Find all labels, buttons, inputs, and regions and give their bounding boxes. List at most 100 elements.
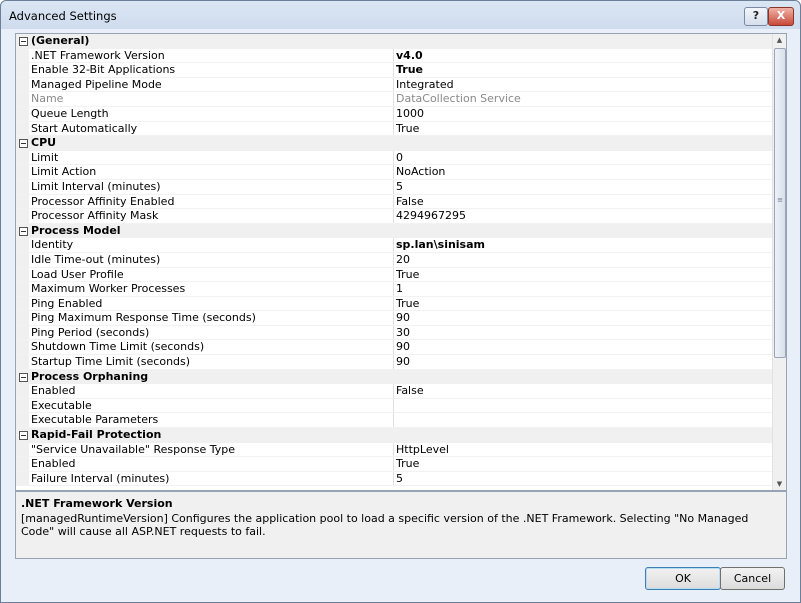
property-row[interactable]: Limit Action NoAction bbox=[16, 165, 772, 180]
property-row[interactable]: Enabled False bbox=[16, 384, 772, 399]
property-row[interactable]: Executable Parameters bbox=[16, 413, 772, 429]
category-label: Rapid-Fail Protection bbox=[31, 428, 162, 442]
category-label: (General) bbox=[31, 34, 90, 47]
property-row[interactable]: Processor Affinity Enabled False bbox=[16, 194, 772, 210]
property-row[interactable]: Start Automatically True bbox=[16, 121, 772, 137]
row-gutter bbox=[16, 121, 29, 136]
property-name: Startup Time Limit (seconds) bbox=[31, 355, 191, 369]
property-row[interactable]: Ping Period (seconds) 30 bbox=[16, 325, 772, 341]
property-rows: (General) .NET Framework Version v4.0 Enabl… bbox=[16, 34, 772, 487]
row-gutter bbox=[16, 165, 29, 179]
column-divider bbox=[393, 194, 394, 209]
property-value[interactable]: 30 bbox=[396, 326, 410, 341]
property-value[interactable]: 1 bbox=[396, 282, 403, 297]
row-gutter bbox=[16, 194, 29, 209]
category-row[interactable]: CPU bbox=[16, 136, 772, 151]
column-divider bbox=[393, 471, 394, 486]
property-name: Managed Pipeline Mode bbox=[31, 77, 162, 91]
property-row[interactable]: Executable bbox=[16, 398, 772, 414]
row-gutter bbox=[16, 384, 29, 398]
vertical-scrollbar[interactable]: ▲ ≡ ▼ bbox=[772, 34, 786, 490]
help-button[interactable]: ? bbox=[744, 7, 768, 26]
column-divider bbox=[393, 150, 394, 165]
row-gutter bbox=[16, 311, 29, 325]
row-gutter bbox=[16, 150, 29, 165]
ok-button[interactable]: OK bbox=[645, 567, 721, 590]
property-value[interactable]: True bbox=[396, 122, 419, 137]
property-row[interactable]: Name DataCollection Service bbox=[16, 92, 772, 107]
property-row[interactable]: Limit Interval (minutes) 5 bbox=[16, 179, 772, 195]
property-value[interactable]: 1000 bbox=[396, 107, 424, 122]
property-row[interactable]: Processor Affinity Mask 4294967295 bbox=[16, 209, 772, 224]
column-divider bbox=[393, 121, 394, 136]
property-row[interactable]: Enable 32-Bit Applications True bbox=[16, 63, 772, 78]
property-value[interactable]: Integrated bbox=[396, 78, 454, 93]
property-row[interactable]: Ping Maximum Response Time (seconds) 90 bbox=[16, 311, 772, 326]
property-value[interactable]: False bbox=[396, 195, 424, 210]
column-divider bbox=[393, 398, 394, 413]
property-row[interactable]: Queue Length 1000 bbox=[16, 106, 772, 122]
property-row[interactable]: Failure Interval (minutes) 5 bbox=[16, 471, 772, 487]
collapse-icon[interactable] bbox=[19, 139, 28, 149]
property-row[interactable]: .NET Framework Version v4.0 bbox=[16, 48, 772, 64]
column-divider bbox=[393, 63, 394, 77]
property-row[interactable]: Shutdown Time Limit (seconds) 90 bbox=[16, 340, 772, 356]
property-name: Failure Interval (minutes) bbox=[31, 471, 170, 485]
row-gutter bbox=[16, 179, 29, 194]
property-value[interactable]: NoAction bbox=[396, 165, 445, 180]
property-row[interactable]: Load User Profile True bbox=[16, 267, 772, 283]
column-divider bbox=[393, 267, 394, 282]
category-row[interactable]: Process Orphaning bbox=[16, 369, 772, 385]
property-value[interactable]: HttpLevel bbox=[396, 443, 449, 458]
property-row[interactable]: Identity sp.lan\sinisam bbox=[16, 238, 772, 253]
row-gutter bbox=[16, 457, 29, 471]
property-name: Limit bbox=[31, 150, 59, 164]
property-value[interactable]: 90 bbox=[396, 311, 410, 326]
property-value[interactable]: 0 bbox=[396, 151, 403, 166]
property-value[interactable]: v4.0 bbox=[396, 49, 423, 64]
category-row[interactable]: (General) bbox=[16, 34, 772, 49]
cancel-button[interactable]: Cancel bbox=[720, 567, 785, 590]
property-name: Identity bbox=[31, 238, 74, 252]
collapse-icon[interactable] bbox=[19, 431, 28, 441]
property-value[interactable]: sp.lan\sinisam bbox=[396, 238, 485, 253]
property-row[interactable]: Startup Time Limit (seconds) 90 bbox=[16, 355, 772, 370]
scroll-down-icon[interactable]: ▼ bbox=[773, 478, 786, 490]
scroll-thumb[interactable]: ≡ bbox=[774, 48, 786, 358]
property-row[interactable]: "Service Unavailable" Response Type HttpL… bbox=[16, 442, 772, 458]
property-name: Executable bbox=[31, 398, 92, 412]
property-value[interactable]: 5 bbox=[396, 472, 403, 487]
category-row[interactable]: Process Model bbox=[16, 223, 772, 239]
property-value[interactable]: True bbox=[396, 457, 419, 472]
property-value[interactable]: 90 bbox=[396, 340, 410, 355]
property-row[interactable]: Ping Enabled True bbox=[16, 296, 772, 312]
property-value[interactable]: DataCollection Service bbox=[396, 92, 521, 107]
property-value[interactable]: 90 bbox=[396, 355, 410, 370]
property-row[interactable]: Managed Pipeline Mode Integrated bbox=[16, 77, 772, 93]
property-row[interactable]: Maximum Worker Processes 1 bbox=[16, 282, 772, 297]
property-value[interactable]: True bbox=[396, 268, 419, 283]
property-value[interactable]: 4294967295 bbox=[396, 209, 466, 224]
collapse-icon[interactable] bbox=[19, 37, 28, 46]
property-row[interactable]: Idle Time-out (minutes) 20 bbox=[16, 252, 772, 268]
collapse-icon[interactable] bbox=[19, 372, 28, 382]
property-value[interactable]: 5 bbox=[396, 180, 403, 195]
property-name: Start Automatically bbox=[31, 121, 138, 135]
close-button[interactable]: X bbox=[768, 7, 794, 26]
column-divider bbox=[393, 252, 394, 267]
property-value[interactable]: True bbox=[396, 63, 423, 78]
column-divider bbox=[393, 355, 394, 369]
property-row[interactable]: Enabled True bbox=[16, 457, 772, 472]
column-divider bbox=[393, 442, 394, 457]
scroll-up-icon[interactable]: ▲ bbox=[773, 34, 786, 46]
row-gutter bbox=[16, 471, 29, 486]
property-value[interactable]: True bbox=[396, 297, 419, 312]
property-value[interactable]: False bbox=[396, 384, 424, 399]
property-row[interactable]: Limit 0 bbox=[16, 150, 772, 166]
column-divider bbox=[393, 413, 394, 428]
collapse-icon[interactable] bbox=[19, 226, 28, 236]
category-row[interactable]: Rapid-Fail Protection bbox=[16, 428, 772, 443]
property-value[interactable]: 20 bbox=[396, 253, 410, 268]
property-name: Processor Affinity Mask bbox=[31, 209, 159, 223]
row-gutter bbox=[16, 252, 29, 267]
